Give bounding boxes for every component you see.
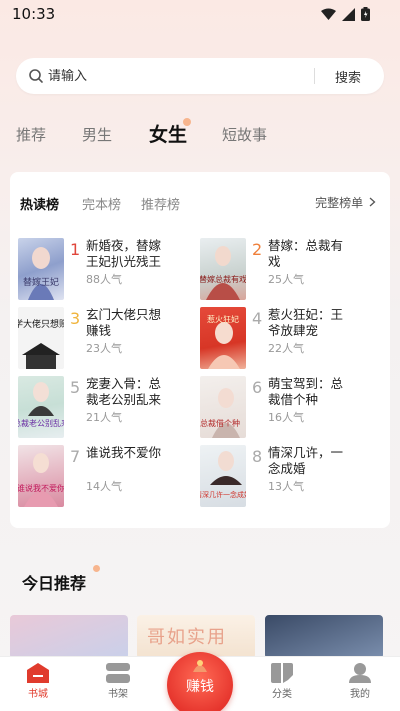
- book-title: 宠妻入骨：总裁老公别乱来: [86, 376, 162, 407]
- book-title: 替嫁：总裁有戏: [268, 238, 344, 269]
- book-popularity: 25人气: [268, 273, 304, 286]
- book-item[interactable]: 总裁老公别乱来 5 宠妻入骨：总裁老公别乱来 21人气: [18, 376, 198, 440]
- tab-active-dot: [183, 118, 191, 126]
- ranking-tab-completed[interactable]: 完本榜: [82, 194, 121, 213]
- book-title: 萌宝驾到：总裁借个种: [268, 376, 344, 407]
- full-list-label: 完整榜单: [315, 196, 364, 210]
- status-bar: 10:33: [0, 0, 400, 32]
- book-popularity: 21人气: [86, 411, 122, 424]
- nav-label: 书城: [28, 689, 48, 700]
- book-item[interactable]: 替嫁总裁有戏 2 替嫁：总裁有戏 25人气: [200, 238, 380, 302]
- book-item[interactable]: 惹火狂妃 4 惹火狂妃：王爷放肆宠 22人气: [200, 307, 380, 371]
- cover-title: 谁说我不爱你: [18, 483, 64, 493]
- book-popularity: 22人气: [268, 342, 304, 355]
- nav-label: 书架: [108, 689, 128, 700]
- book-popularity: 14人气: [86, 480, 122, 493]
- full-list-link[interactable]: 完整榜单: [315, 194, 376, 211]
- rank-number: 7: [70, 447, 81, 466]
- ranking-card: 热读榜 完本榜 推荐榜 完整榜单 替嫁王妃 1 新婚夜，替嫁王妃扒光残王 88人…: [10, 172, 390, 528]
- chevron-right-icon: [369, 197, 376, 207]
- book-popularity: 23人气: [86, 342, 122, 355]
- daily-recommend-title: 今日推荐: [22, 574, 87, 593]
- book-popularity: 88人气: [86, 273, 122, 286]
- tab-recommend[interactable]: 推荐: [16, 124, 46, 145]
- book-item[interactable]: 替嫁王妃 1 新婚夜，替嫁王妃扒光残王 88人气: [18, 238, 198, 302]
- daily-book-cover[interactable]: [10, 615, 128, 659]
- book-cover: 玄学大佬只想赚钱: [18, 307, 64, 369]
- daily-title-dot: [93, 565, 100, 572]
- book-item[interactable]: 谁说我不爱你 7 谁说我不爱你 14人气: [18, 445, 198, 509]
- wifi-icon: [321, 8, 336, 20]
- nav-category[interactable]: 分类: [252, 659, 312, 700]
- cover-title: 总裁老公别乱来: [18, 418, 64, 428]
- nav-label: 我的: [350, 689, 370, 700]
- search-input[interactable]: [48, 68, 288, 84]
- ranking-tab-hot[interactable]: 热读榜: [20, 194, 59, 213]
- book-popularity: 13人气: [268, 480, 304, 493]
- book-cover: 惹火狂妃: [200, 307, 246, 369]
- rank-number: 1: [70, 240, 81, 259]
- nav-label: 分类: [272, 689, 292, 700]
- search-bar[interactable]: 搜索: [16, 58, 384, 94]
- bookstore-icon: [27, 663, 49, 683]
- book-cover: 替嫁总裁有戏: [200, 238, 246, 300]
- rank-number: 4: [252, 309, 263, 328]
- book-title: 新婚夜，替嫁王妃扒光残王: [86, 238, 162, 269]
- book-cover: 情深几许一念成婚: [200, 445, 246, 507]
- bookshelf-icon: [106, 663, 130, 683]
- rank-number: 2: [252, 240, 263, 259]
- cover-title: 总裁借个种: [200, 418, 240, 428]
- book-title: 惹火狂妃：王爷放肆宠: [268, 307, 344, 338]
- cover-title: 玄学大佬只想赚钱: [18, 318, 64, 330]
- status-time: 10:33: [12, 5, 56, 23]
- search-icon: [29, 69, 43, 83]
- category-icon: [271, 663, 293, 683]
- rank-number: 8: [252, 447, 263, 466]
- book-cover: 总裁老公别乱来: [18, 376, 64, 438]
- earn-money-button[interactable]: 赚钱: [167, 652, 233, 711]
- book-title: 情深几许，一念成婚: [268, 445, 344, 476]
- book-cover: 总裁借个种: [200, 376, 246, 438]
- profile-icon: [349, 663, 371, 683]
- tab-short-story[interactable]: 短故事: [222, 124, 267, 145]
- category-tabs: 推荐 男生 女生 短故事: [16, 118, 386, 152]
- money-bag-icon: [193, 660, 207, 672]
- nav-bookshelf[interactable]: 书架: [88, 659, 148, 700]
- book-cover: 谁说我不爱你: [18, 445, 64, 507]
- cover-title: 替嫁总裁有戏: [200, 274, 246, 284]
- cover-title: 替嫁王妃: [23, 276, 59, 288]
- status-icons: [321, 7, 370, 21]
- tab-female[interactable]: 女生: [149, 120, 187, 147]
- book-item[interactable]: 情深几许一念成婚 8 情深几许，一念成婚 13人气: [200, 445, 380, 509]
- cover-title: 哥如实用: [147, 627, 227, 648]
- book-title: 谁说我不爱你: [86, 445, 162, 460]
- book-item[interactable]: 玄学大佬只想赚钱 3 玄门大佬只想赚钱 23人气: [18, 307, 198, 371]
- nav-profile[interactable]: 我的: [330, 659, 390, 700]
- nav-bookstore[interactable]: 书城: [8, 659, 68, 700]
- cover-title: 惹火狂妃: [207, 314, 239, 324]
- rank-number: 5: [70, 378, 81, 397]
- daily-book-cover[interactable]: [265, 615, 383, 659]
- ranking-tabs: 热读榜 完本榜 推荐榜 完整榜单: [20, 194, 380, 214]
- ranking-tab-recommended[interactable]: 推荐榜: [141, 194, 180, 213]
- signal-icon: [342, 7, 355, 21]
- tab-male[interactable]: 男生: [82, 124, 112, 145]
- cover-title: 情深几许一念成婚: [200, 490, 246, 499]
- book-item[interactable]: 总裁借个种 6 萌宝驾到：总裁借个种 16人气: [200, 376, 380, 440]
- book-popularity: 16人气: [268, 411, 304, 424]
- search-button[interactable]: 搜索: [335, 67, 361, 86]
- rank-number: 3: [70, 309, 81, 328]
- battery-icon: [361, 7, 370, 21]
- search-divider: [314, 68, 315, 84]
- rank-number: 6: [252, 378, 263, 397]
- book-cover: 替嫁王妃: [18, 238, 64, 300]
- earn-money-label: 赚钱: [186, 679, 214, 695]
- book-title: 玄门大佬只想赚钱: [86, 307, 162, 338]
